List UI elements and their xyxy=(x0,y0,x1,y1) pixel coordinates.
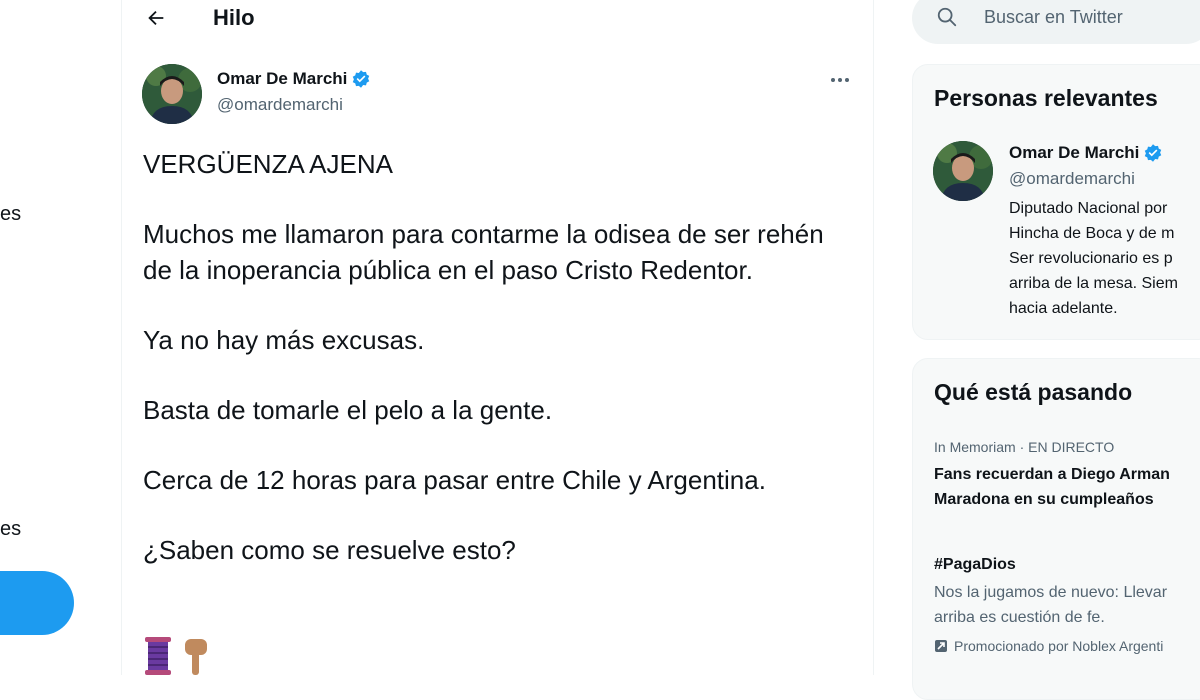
author-name[interactable]: Omar De Marchi xyxy=(217,69,347,89)
main-column: Hilo Omar De Marchi @omardemarchi VERGÜE… xyxy=(122,0,874,675)
person-bio-line: Diputado Nacional por xyxy=(1009,200,1168,217)
search-bar[interactable]: Buscar en Twitter xyxy=(912,0,1200,44)
person-name-row[interactable]: Omar De Marchi xyxy=(1009,143,1163,163)
tweet-paragraph: ¿Saben como se resuelve esto? xyxy=(143,535,516,565)
author-handle[interactable]: @omardemarchi xyxy=(217,95,343,115)
promoted-label: Promocionado por Noblex Argenti xyxy=(934,638,1163,654)
thread-spool-emoji-icon xyxy=(145,637,171,675)
person-bio-line: hacia adelante. xyxy=(1009,300,1118,317)
person-handle[interactable]: @omardemarchi xyxy=(1009,169,1135,189)
page-title: Hilo xyxy=(213,5,255,30)
trend-title: Maradona en su cumpleaños xyxy=(934,491,1154,508)
avatar[interactable] xyxy=(142,64,202,124)
right-sidebar: Buscar en Twitter Personas relevantes Om… xyxy=(912,0,1200,700)
sidebar-item-fragment[interactable]: es xyxy=(0,203,21,226)
tweet-paragraph: Ya no hay más excusas. xyxy=(143,325,425,355)
author-name-row[interactable]: Omar De Marchi xyxy=(217,69,371,89)
person-bio-line: Ser revolucionario es p xyxy=(1009,250,1173,267)
tweet-paragraph: VERGÜENZA AJENA xyxy=(143,149,393,179)
trends-card: Qué está pasando In Memoriam · EN DIRECT… xyxy=(912,358,1200,700)
tweet-paragraph: Basta de tomarle el pelo a la gente. xyxy=(143,395,553,425)
search-icon xyxy=(936,6,958,33)
person-bio-line: arriba de la mesa. Siem xyxy=(1009,275,1178,292)
relevant-people-card: Personas relevantes Omar De Marchi @omar… xyxy=(912,64,1200,340)
verified-badge-icon xyxy=(351,69,371,89)
pointing-down-emoji-icon xyxy=(185,639,207,675)
person-name[interactable]: Omar De Marchi xyxy=(1009,143,1139,163)
more-options-icon[interactable] xyxy=(822,66,858,94)
trend-description: Nos la jugamos de nuevo: Llevar xyxy=(934,584,1168,601)
card-title: Qué está pasando xyxy=(934,379,1133,405)
promoted-icon xyxy=(935,640,947,652)
trend-title: Fans recuerdan a Diego Arman xyxy=(934,466,1170,483)
trend-meta: In Memoriam · EN DIRECTO xyxy=(934,439,1115,455)
promoted-text: Promocionado por Noblex Argenti xyxy=(954,638,1164,654)
tweet-text: VERGÜENZA AJENA Muchos me llamaron para … xyxy=(143,146,843,568)
tweet-paragraph: Cerca de 12 horas para pasar entre Chile… xyxy=(143,465,766,495)
sidebar-item-fragment[interactable]: es xyxy=(0,518,21,541)
tweet-emojis xyxy=(143,635,211,675)
verified-badge-icon xyxy=(1143,143,1163,163)
card-title: Personas relevantes xyxy=(934,85,1158,111)
trend-title: #PagaDios xyxy=(934,556,1016,573)
left-sidebar: es es xyxy=(0,0,122,675)
avatar[interactable] xyxy=(933,141,993,201)
person-bio-line: Hincha de Boca y de m xyxy=(1009,225,1175,242)
back-arrow-icon[interactable] xyxy=(142,4,170,32)
tweet-paragraph: Muchos me llamaron para contarme la odis… xyxy=(143,219,824,285)
trend-description: arriba es cuestión de fe. xyxy=(934,609,1105,626)
search-input[interactable]: Buscar en Twitter xyxy=(984,7,1123,28)
tweet-button[interactable] xyxy=(0,571,74,635)
